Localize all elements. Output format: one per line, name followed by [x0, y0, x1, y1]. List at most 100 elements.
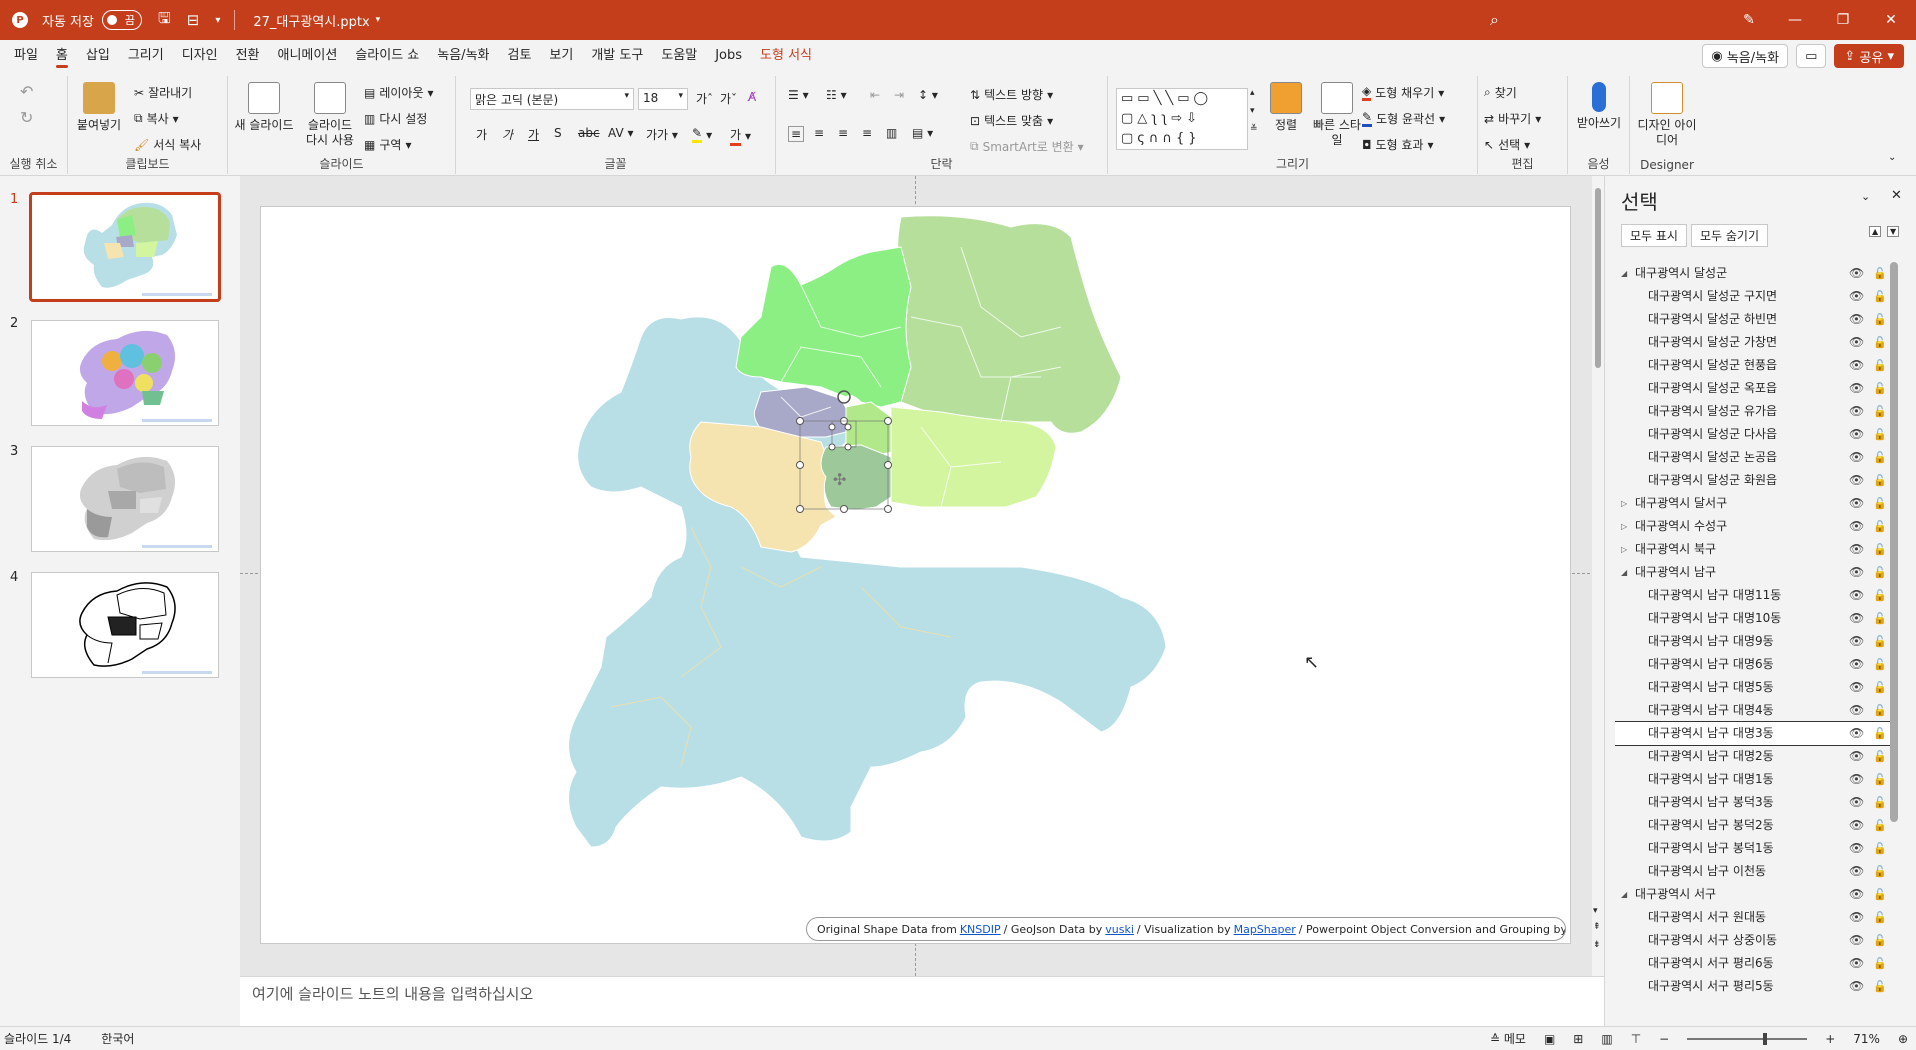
visibility-eye-icon[interactable]: 👁 [1849, 768, 1864, 791]
bold-icon[interactable]: 가 [476, 126, 487, 143]
replace-button[interactable]: ⇄ 바꾸기 ▾ [1484, 110, 1541, 127]
slide-thumbnail-1[interactable] [29, 192, 221, 302]
font-name-combo[interactable]: 맑은 고딕 (본문) ▾ [470, 88, 634, 110]
char-spacing-icon[interactable]: AV ▾ [608, 126, 634, 140]
unlock-icon[interactable]: 🔓 [1873, 308, 1887, 331]
zoom-out-icon[interactable]: − [1659, 1032, 1669, 1046]
find-button[interactable]: ⌕ 찾기 [1484, 84, 1517, 101]
unlock-icon[interactable]: 🔓 [1873, 768, 1887, 791]
slide-sorter-icon[interactable]: ⊞ [1573, 1032, 1583, 1046]
visibility-eye-icon[interactable]: 👁 [1849, 331, 1864, 354]
shape-effects-button[interactable]: ◘ 도형 효과 ▾ [1362, 136, 1434, 153]
justify-icon[interactable]: ≡ [862, 126, 872, 140]
selection-group-row[interactable]: ▷ 대구광역시 달서구 👁 🔓 [1615, 492, 1895, 515]
decrease-indent-icon[interactable]: ⇤ [870, 88, 880, 102]
selection-item-row[interactable]: 대구광역시 남구 봉덕1동 👁 🔓 [1615, 837, 1895, 860]
layout-button[interactable]: ▤ 레이아웃 ▾ [364, 84, 434, 101]
selection-item-row[interactable]: 대구광역시 남구 대명2동 👁 🔓 [1615, 745, 1895, 768]
unlock-icon[interactable]: 🔓 [1873, 676, 1887, 699]
visibility-eye-icon[interactable]: 👁 [1849, 676, 1864, 699]
knsdip-link[interactable]: KNSDIP [960, 923, 1001, 936]
new-slide-button[interactable]: 새 슬라이드 [232, 82, 296, 133]
tab-record[interactable]: 녹음/녹화 [428, 40, 498, 72]
share-button[interactable]: ⇪ 공유 ▾ [1834, 44, 1904, 68]
collapse-icon[interactable]: ◢ [1621, 883, 1627, 906]
mapshaper-link[interactable]: MapShaper [1234, 923, 1296, 936]
text-direction-button[interactable]: ⇅ 텍스트 방향 ▾ [970, 86, 1053, 103]
unlock-icon[interactable]: 🔓 [1873, 538, 1887, 561]
selection-group-row[interactable]: ◢ 대구광역시 남구 👁 🔓 [1615, 561, 1895, 584]
close-icon[interactable]: ✕ [1891, 188, 1902, 203]
decrease-font-icon[interactable]: 가ˇ [720, 90, 737, 107]
visibility-eye-icon[interactable]: 👁 [1849, 492, 1864, 515]
visibility-eye-icon[interactable]: 👁 [1849, 400, 1864, 423]
numbering-icon[interactable]: ☷ ▾ [826, 88, 847, 102]
font-color-icon[interactable]: 가 ▾ [730, 126, 751, 146]
unlock-icon[interactable]: 🔓 [1873, 745, 1887, 768]
expand-icon[interactable]: ▷ [1621, 492, 1627, 515]
selection-item-row[interactable]: 대구광역시 달성군 화원읍 👁 🔓 [1615, 469, 1895, 492]
columns-icon[interactable]: ▤ ▾ [912, 126, 933, 140]
record-button[interactable]: ◉ 녹음/녹화 [1702, 44, 1789, 68]
visibility-eye-icon[interactable]: 👁 [1849, 699, 1864, 722]
tab-view[interactable]: 보기 [540, 40, 582, 72]
underline-icon[interactable]: 가 [528, 126, 539, 143]
present-icon[interactable]: ⊟ [187, 11, 200, 29]
selection-item-row[interactable]: 대구광역시 서구 원대동 👁 🔓 [1615, 906, 1895, 929]
visibility-eye-icon[interactable]: 👁 [1849, 860, 1864, 883]
selection-group-row[interactable]: ▷ 대구광역시 수성구 👁 🔓 [1615, 515, 1895, 538]
unlock-icon[interactable]: 🔓 [1873, 630, 1887, 653]
hide-all-button[interactable]: 모두 숨기기 [1690, 224, 1768, 247]
vuski-link[interactable]: vuski [1105, 923, 1134, 936]
font-size-combo[interactable]: 18 ▾ [638, 88, 688, 110]
selection-item-row[interactable]: 대구광역시 남구 대명3동 👁 🔓 [1615, 721, 1895, 746]
visibility-eye-icon[interactable]: 👁 [1849, 814, 1864, 837]
strikethrough-icon[interactable]: abc [578, 126, 600, 140]
notes-toggle[interactable]: ≙ 메모 [1490, 1030, 1526, 1047]
visibility-eye-icon[interactable]: 👁 [1849, 469, 1864, 492]
tab-draw[interactable]: 그리기 [119, 40, 173, 72]
copy-button[interactable]: ⧉ 복사 ▾ [134, 110, 179, 127]
format-painter-button[interactable]: 🖌 서식 복사 [134, 136, 201, 153]
italic-icon[interactable]: 가 [502, 126, 513, 143]
selection-item-row[interactable]: 대구광역시 달성군 논공읍 👁 🔓 [1615, 446, 1895, 469]
search-icon[interactable]: ⌕ [1490, 10, 1499, 30]
selection-item-row[interactable]: 대구광역시 서구 상중이동 👁 🔓 [1615, 929, 1895, 952]
collapse-icon[interactable]: ◢ [1621, 262, 1627, 285]
unlock-icon[interactable]: 🔓 [1873, 469, 1887, 492]
selection-group-row[interactable]: ◢ 대구광역시 달성군 👁 🔓 [1615, 262, 1895, 285]
visibility-eye-icon[interactable]: 👁 [1849, 929, 1864, 952]
selection-item-row[interactable]: 대구광역시 달성군 현풍읍 👁 🔓 [1615, 354, 1895, 377]
section-button[interactable]: ▦ 구역 ▾ [364, 136, 411, 153]
selection-group-row[interactable]: ◢ 대구광역시 서구 👁 🔓 [1615, 883, 1895, 906]
increase-font-icon[interactable]: 가ˆ [696, 90, 713, 107]
visibility-eye-icon[interactable]: 👁 [1849, 515, 1864, 538]
slide-canvas[interactable]: ✣ Original Shape Data from KNSDIP / GeoJ… [260, 206, 1571, 944]
unlock-icon[interactable]: 🔓 [1873, 446, 1887, 469]
unlock-icon[interactable]: 🔓 [1873, 929, 1887, 952]
unlock-icon[interactable]: 🔓 [1873, 400, 1887, 423]
unlock-icon[interactable]: 🔓 [1873, 906, 1887, 929]
tab-transitions[interactable]: 전환 [227, 40, 269, 72]
chevron-down-icon[interactable]: ▾ [376, 15, 381, 25]
region-nam-gu[interactable] [820, 444, 892, 511]
tab-insert[interactable]: 삽입 [77, 40, 119, 72]
visibility-eye-icon[interactable]: 👁 [1849, 354, 1864, 377]
visibility-eye-icon[interactable]: 👁 [1849, 538, 1864, 561]
tab-developer[interactable]: 개발 도구 [582, 40, 652, 72]
document-title[interactable]: 27_대구광역시.pptx [253, 11, 369, 30]
slide-thumbnail-2[interactable] [31, 320, 219, 426]
align-text-button[interactable]: ⊡ 텍스트 맞춤 ▾ [970, 112, 1053, 129]
language-indicator[interactable]: 한국어 [101, 1030, 134, 1047]
selection-item-row[interactable]: 대구광역시 남구 대명10동 👁 🔓 [1615, 607, 1895, 630]
expand-icon[interactable]: ▷ [1621, 515, 1627, 538]
visibility-eye-icon[interactable]: 👁 [1849, 584, 1864, 607]
reset-button[interactable]: ▥ 다시 설정 [364, 110, 427, 127]
highlight-icon[interactable]: ✎ ▾ [692, 126, 712, 143]
bullets-icon[interactable]: ☰ ▾ [788, 88, 809, 102]
quick-styles-button[interactable]: 빠른 스타일 [1312, 82, 1362, 148]
send-backward-icon[interactable]: ▼ [1887, 226, 1900, 237]
unlock-icon[interactable]: 🔓 [1873, 285, 1887, 308]
selection-item-row[interactable]: 대구광역시 남구 대명9동 👁 🔓 [1615, 630, 1895, 653]
autosave-toggle[interactable]: 끔 [101, 10, 142, 30]
